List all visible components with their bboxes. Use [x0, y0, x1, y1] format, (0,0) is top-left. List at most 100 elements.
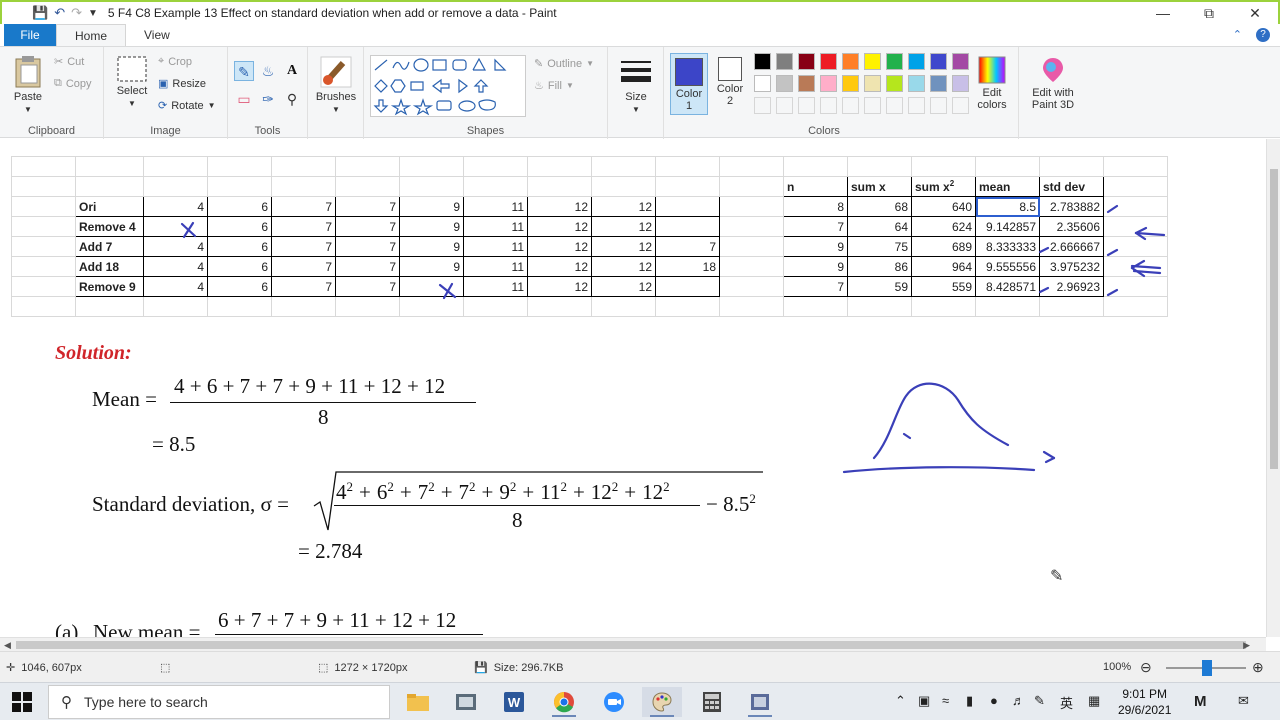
color-swatch[interactable] [886, 75, 903, 92]
file-tab[interactable]: File [4, 24, 56, 46]
color-picker-icon[interactable]: ✑ [258, 89, 278, 109]
undo-icon[interactable]: ↶ [54, 5, 65, 21]
copy-button[interactable]: ⧉ Copy [54, 77, 92, 90]
brushes-button[interactable]: Brushes ▼ [314, 55, 358, 115]
paste-button[interactable]: Paste ▼ [8, 55, 48, 115]
custom-color-slot[interactable] [908, 97, 925, 114]
calculator-app-icon[interactable] [692, 687, 732, 717]
vertical-scroll-thumb[interactable] [1270, 169, 1278, 469]
scroll-right-icon[interactable]: ▶ [1243, 638, 1250, 652]
horizontal-scrollbar[interactable]: ◀ ▶ [0, 637, 1266, 651]
color-swatch[interactable] [776, 75, 793, 92]
meet-now-icon[interactable]: ▣ [918, 693, 930, 709]
app-tray-icon[interactable]: M [1194, 693, 1207, 710]
magnifier-icon[interactable]: ⚲ [282, 89, 302, 109]
taskbar-search-box[interactable]: ⚲ Type here to search [48, 685, 390, 719]
color-swatch[interactable] [754, 75, 771, 92]
vertical-scrollbar[interactable] [1266, 139, 1280, 637]
ime-icon[interactable]: ▦ [1088, 693, 1100, 709]
file-explorer-icon[interactable] [398, 687, 438, 717]
wifi-icon[interactable]: ≈ [942, 693, 949, 708]
windows-start-icon[interactable] [12, 692, 32, 712]
color-swatch[interactable] [886, 53, 903, 70]
system-clock[interactable]: 9:01 PM 29/6/2021 [1118, 686, 1171, 718]
color-swatch[interactable] [952, 53, 969, 70]
color-swatch[interactable] [842, 53, 859, 70]
collapse-ribbon-icon[interactable]: ⌃ [1233, 28, 1242, 42]
custom-color-slot[interactable] [952, 97, 969, 114]
rotate-button[interactable]: ⟳ Rotate ▼ [158, 99, 216, 113]
edit-with-paint3d-button[interactable]: Edit with Paint 3D [1023, 55, 1083, 111]
custom-color-slot[interactable] [754, 97, 771, 114]
color-swatch[interactable] [798, 53, 815, 70]
crop-button[interactable]: ⌖ Crop [158, 55, 192, 68]
custom-color-slot[interactable] [930, 97, 947, 114]
resize-button[interactable]: ▣ Resize [158, 77, 206, 91]
color-swatch[interactable] [908, 75, 925, 92]
notifications-icon[interactable]: ✉ [1238, 693, 1249, 709]
outline-button[interactable]: ✎ Outline ▼ [534, 57, 594, 71]
customize-dropdown-icon[interactable]: ▼ [88, 8, 98, 19]
color-swatch[interactable] [930, 53, 947, 70]
tab-view[interactable]: View [126, 24, 188, 46]
pencil-icon[interactable]: ✎ [234, 61, 254, 81]
photos-app-icon[interactable] [446, 687, 486, 717]
color2-button[interactable]: Color 2 [712, 57, 748, 107]
custom-color-slot[interactable] [864, 97, 881, 114]
color-swatch[interactable] [776, 53, 793, 70]
custom-color-slot[interactable] [798, 97, 815, 114]
color-swatch[interactable] [842, 75, 859, 92]
save-icon[interactable]: 💾 [32, 5, 48, 21]
media-app-icon[interactable] [740, 687, 780, 717]
input-language[interactable]: 英 [1060, 693, 1073, 712]
pen-tray-icon[interactable]: ✎ [1034, 693, 1045, 709]
zoom-in-icon[interactable]: ⊕ [1252, 659, 1264, 676]
custom-color-slot[interactable] [842, 97, 859, 114]
color-swatch[interactable] [908, 53, 925, 70]
custom-color-slot[interactable] [820, 97, 837, 114]
edit-colors-button[interactable]: Edit colors [970, 55, 1014, 111]
scroll-left-icon[interactable]: ◀ [4, 638, 11, 652]
color-swatch[interactable] [952, 75, 969, 92]
restore-icon[interactable]: ⧉ [1186, 2, 1232, 24]
color-swatch[interactable] [864, 75, 881, 92]
color-swatch[interactable] [820, 53, 837, 70]
color-swatch[interactable] [798, 75, 815, 92]
eraser-icon[interactable]: ▭ [234, 89, 254, 109]
zoom-out-icon[interactable]: ⊖ [1140, 659, 1152, 676]
zoom-app-icon[interactable] [594, 687, 634, 717]
fill-button[interactable]: ♨ Fill ▼ [534, 79, 574, 93]
tray-expand-icon[interactable]: ⌃ [895, 693, 906, 709]
volume-icon[interactable]: ♬ [1012, 693, 1025, 708]
mic-icon[interactable]: ● [990, 693, 998, 708]
shapes-gallery[interactable] [370, 55, 526, 117]
word-app-icon[interactable]: W [494, 687, 534, 717]
redo-icon[interactable]: ↷ [71, 5, 82, 21]
color-swatch[interactable] [754, 53, 771, 70]
paint-app-icon[interactable] [642, 687, 682, 717]
custom-color-slot[interactable] [776, 97, 793, 114]
size-button[interactable]: Size ▼ [614, 55, 658, 115]
horizontal-scroll-thumb[interactable] [16, 641, 1246, 649]
help-icon[interactable]: ? [1256, 28, 1270, 42]
chrome-app-icon[interactable] [544, 687, 584, 717]
zoom-slider-thumb[interactable] [1202, 660, 1212, 676]
sd-mean-squared: − 8.52 [706, 491, 756, 516]
tab-home[interactable]: Home [56, 24, 127, 46]
fill-bucket-icon[interactable]: ♨ [258, 61, 278, 81]
cut-button[interactable]: ✂ Cut [54, 55, 84, 69]
size-group: Size ▼ [608, 47, 664, 139]
color-swatch[interactable] [864, 53, 881, 70]
minimize-icon[interactable]: — [1140, 2, 1186, 24]
close-icon[interactable]: ✕ [1232, 2, 1278, 24]
select-button[interactable]: Select ▼ [114, 55, 150, 109]
color1-button[interactable]: Color 1 [670, 53, 708, 115]
colors-group: Color 1 Color 2 Edit colors Colors [664, 47, 1018, 139]
custom-color-slot[interactable] [886, 97, 903, 114]
plus-sign: + [440, 480, 453, 504]
color-swatch[interactable] [930, 75, 947, 92]
color-swatch[interactable] [820, 75, 837, 92]
scissors-icon: ✂ [54, 56, 64, 68]
battery-icon[interactable]: ▮ [966, 693, 973, 709]
text-tool-icon[interactable]: A [282, 61, 302, 81]
